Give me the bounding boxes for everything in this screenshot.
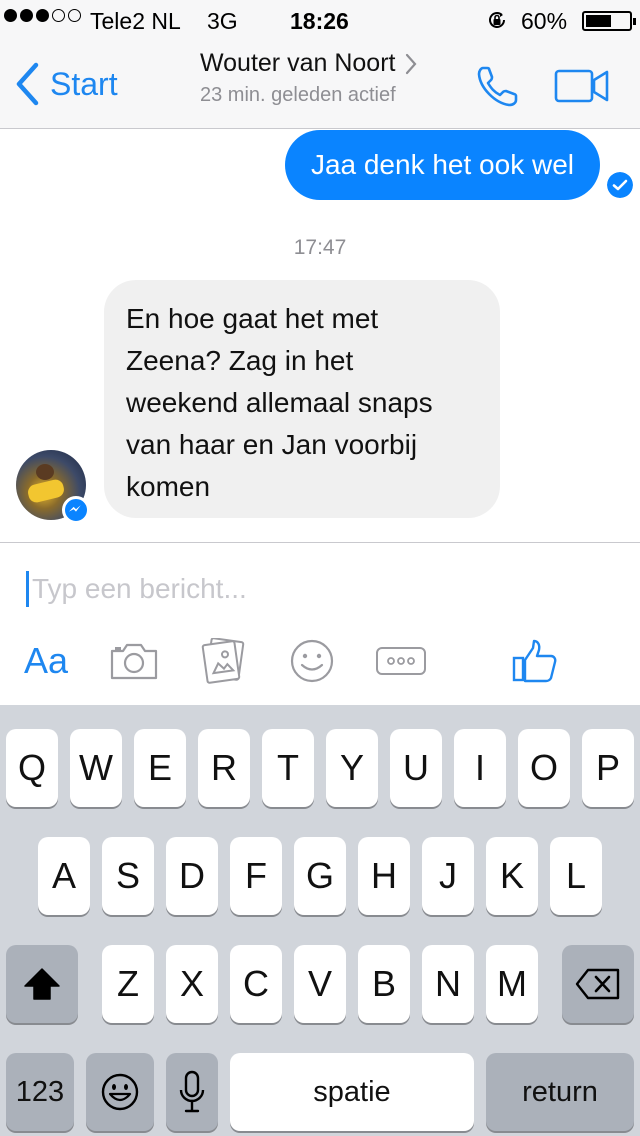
- microphone-icon: [179, 1070, 205, 1113]
- more-button[interactable]: [374, 635, 428, 687]
- key-c[interactable]: C: [230, 945, 282, 1023]
- key-v[interactable]: V: [294, 945, 346, 1023]
- network-type: 3G: [207, 8, 238, 34]
- chevron-right-icon: [406, 53, 417, 74]
- emoji-icon: [290, 639, 334, 683]
- text-caret: [26, 571, 29, 607]
- keyboard: Q W E R T Y U I O P A S D F G H J K L Z …: [0, 705, 640, 1136]
- seen-check-icon: [607, 172, 633, 198]
- outgoing-message[interactable]: Jaa denk het ook wel: [284, 130, 600, 200]
- numbers-key[interactable]: 123: [6, 1053, 74, 1131]
- message-timestamp: 17:47: [293, 236, 347, 259]
- more-icon: [376, 647, 426, 675]
- signal-strength-icon: [4, 9, 81, 22]
- conversation-header: Start Wouter van Noort 23 min. geleden a…: [0, 40, 640, 129]
- key-w[interactable]: W: [70, 729, 122, 807]
- shift-icon: [24, 968, 60, 1000]
- messenger-icon: [62, 496, 90, 524]
- text-format-button[interactable]: Aa: [18, 635, 74, 687]
- status-bar: Tele2 NL 3G 18:26 60%: [0, 0, 640, 40]
- message-composer: Aa: [0, 542, 640, 705]
- status-time: 18:26: [290, 8, 349, 34]
- like-icon: [512, 639, 557, 683]
- message-input-wrapper[interactable]: [24, 567, 604, 611]
- key-s[interactable]: S: [102, 837, 154, 915]
- incoming-message[interactable]: En hoe gaat het met Zeena? Zag in het we…: [104, 280, 500, 518]
- key-k[interactable]: K: [486, 837, 538, 915]
- key-r[interactable]: R: [198, 729, 250, 807]
- key-p[interactable]: P: [582, 729, 634, 807]
- battery-icon: [582, 11, 636, 31]
- key-a[interactable]: A: [38, 837, 90, 915]
- key-y[interactable]: Y: [326, 729, 378, 807]
- gallery-button[interactable]: [198, 635, 250, 687]
- presence-status: 23 min. geleden actief: [200, 84, 396, 106]
- message-line: En hoe gaat het met: [126, 303, 379, 334]
- key-g[interactable]: G: [294, 837, 346, 915]
- photo-gallery-icon: [201, 638, 245, 684]
- emoji-keyboard-icon: [101, 1073, 139, 1111]
- contact-name: Wouter van Noort: [200, 49, 396, 77]
- phone-icon[interactable]: [474, 62, 522, 110]
- carrier-name: Tele2 NL: [90, 8, 181, 34]
- key-o[interactable]: O: [518, 729, 570, 807]
- chevron-left-icon: [16, 62, 39, 106]
- key-m[interactable]: M: [486, 945, 538, 1023]
- shift-key[interactable]: [6, 945, 78, 1023]
- emoji-keyboard-key[interactable]: [86, 1053, 154, 1131]
- battery-percentage: 60%: [521, 8, 568, 34]
- key-n[interactable]: N: [422, 945, 474, 1023]
- contact-info[interactable]: Wouter van Noort 23 min. geleden actief: [200, 49, 450, 107]
- video-camera-icon[interactable]: [554, 68, 610, 104]
- message-list[interactable]: Jaa denk het ook wel 17:47 En hoe gaat h…: [0, 130, 640, 542]
- key-b[interactable]: B: [358, 945, 410, 1023]
- backspace-key[interactable]: [562, 945, 634, 1023]
- composer-toolbar: Aa: [0, 635, 640, 687]
- message-line: van haar en Jan voorbij: [126, 429, 418, 460]
- key-t[interactable]: T: [262, 729, 314, 807]
- key-q[interactable]: Q: [6, 729, 58, 807]
- key-e[interactable]: E: [134, 729, 186, 807]
- back-button[interactable]: Start: [14, 60, 118, 108]
- camera-icon: [110, 643, 158, 680]
- key-d[interactable]: D: [166, 837, 218, 915]
- key-z[interactable]: Z: [102, 945, 154, 1023]
- dictation-key[interactable]: [166, 1053, 218, 1131]
- key-l[interactable]: L: [550, 837, 602, 915]
- message-line: komen: [126, 471, 211, 502]
- return-key[interactable]: return: [486, 1053, 634, 1131]
- key-u[interactable]: U: [390, 729, 442, 807]
- message-line: weekend allemaal snaps: [126, 387, 433, 418]
- like-button[interactable]: [510, 635, 560, 687]
- back-button-label: Start: [50, 65, 118, 102]
- key-j[interactable]: J: [422, 837, 474, 915]
- space-key[interactable]: spatie: [230, 1053, 474, 1131]
- backspace-icon: [575, 968, 620, 1000]
- camera-button[interactable]: [108, 635, 160, 687]
- message-input[interactable]: [32, 567, 592, 611]
- key-x[interactable]: X: [166, 945, 218, 1023]
- key-i[interactable]: I: [454, 729, 506, 807]
- orientation-lock-icon: [489, 12, 505, 28]
- key-h[interactable]: H: [358, 837, 410, 915]
- message-line: Zeena? Zag in het: [126, 345, 354, 376]
- emoji-button[interactable]: [288, 635, 336, 687]
- key-f[interactable]: F: [230, 837, 282, 915]
